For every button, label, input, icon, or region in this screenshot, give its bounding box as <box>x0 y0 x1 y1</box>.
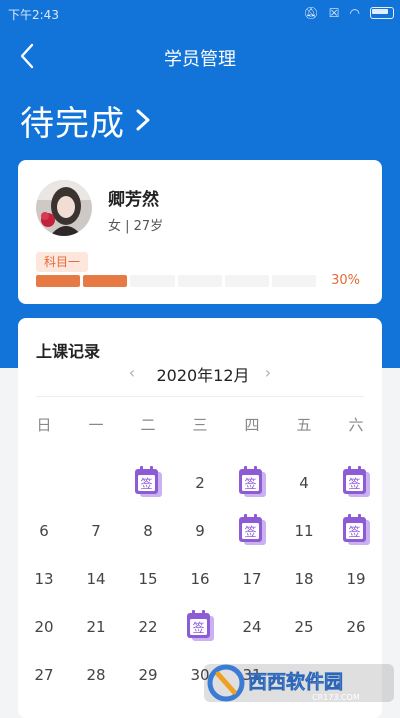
calendar-day[interactable]: 18 <box>278 564 330 594</box>
calendar-day[interactable]: 26 <box>330 612 382 642</box>
progress-segment <box>83 275 128 287</box>
signed-in-icon[interactable]: 签 <box>237 514 267 546</box>
class-record-card: 上课记录 ‹ 2020年12月 › 日 一 二 三 四 五 六签 2 签 4 签 6 7 8 9 签 11 签 13… <box>18 318 382 718</box>
calendar-day[interactable]: 27 <box>18 660 70 690</box>
progress-percent: 30% <box>331 273 360 288</box>
navigation-bar: 学员管理 <box>0 32 400 82</box>
calendar-day[interactable]: 9 <box>174 516 226 546</box>
wifi-icon: ◠ <box>349 6 360 20</box>
svg-text:西西软件园: 西西软件园 <box>248 670 343 693</box>
page-title: 学员管理 <box>164 49 236 70</box>
svg-text:签: 签 <box>348 524 360 539</box>
svg-text:签: 签 <box>348 476 360 491</box>
weekday-label: 六 <box>348 416 364 434</box>
status-bar: 下午2:43 🔕︎ ☒ ◠ <box>0 0 400 28</box>
avatar <box>36 180 92 236</box>
weekday-label: 五 <box>296 416 312 434</box>
status-time: 下午2:43 <box>8 8 59 22</box>
progress-segment <box>36 275 81 287</box>
calendar-day[interactable]: 19 <box>330 564 382 594</box>
weekday-label: 一 <box>88 416 104 434</box>
progress-segment <box>271 275 317 287</box>
calendar-day[interactable]: 4 <box>278 468 330 498</box>
calendar-day[interactable]: 24 <box>226 612 278 642</box>
weekday-label: 四 <box>244 416 260 434</box>
month-selector: ‹ 2020年12月 › <box>18 360 382 386</box>
calendar-day[interactable]: 15 <box>122 564 174 594</box>
calendar-day[interactable]: 6 <box>18 516 70 546</box>
calendar-day[interactable]: 17 <box>226 564 278 594</box>
status-label: 待完成 <box>20 103 125 144</box>
calendar-day[interactable]: 7 <box>70 516 122 546</box>
svg-text:签: 签 <box>244 524 256 539</box>
calendar-day[interactable]: 2 <box>174 468 226 498</box>
student-name: 卿芳然 <box>108 190 159 210</box>
signed-in-icon[interactable]: 签 <box>185 610 215 642</box>
weekday-label: 三 <box>192 416 208 434</box>
status-filter-button[interactable]: 待完成 <box>20 95 153 145</box>
next-month-button[interactable]: › <box>258 363 278 383</box>
calendar-day[interactable]: 13 <box>18 564 70 594</box>
calendar-day[interactable]: 8 <box>122 516 174 546</box>
calendar-day[interactable]: 28 <box>70 660 122 690</box>
progress-segment <box>177 275 222 287</box>
weekday-label: 日 <box>36 416 52 434</box>
divider <box>36 396 364 397</box>
watermark-logo: 西西软件园 CR173.COM <box>204 660 394 706</box>
record-title: 上课记录 <box>36 342 101 361</box>
sim-icon: ☒ <box>328 6 340 20</box>
svg-text:签: 签 <box>192 620 204 635</box>
calendar-day[interactable]: 29 <box>122 660 174 690</box>
status-icons: 🔕︎ ☒ ◠ <box>304 6 394 20</box>
calendar-day[interactable]: 25 <box>278 612 330 642</box>
svg-text:签: 签 <box>244 476 256 491</box>
calendar-day[interactable]: 16 <box>174 564 226 594</box>
calendar-day[interactable]: 22 <box>122 612 174 642</box>
calendar-day[interactable]: 11 <box>278 516 330 546</box>
weekday-label: 二 <box>140 416 156 434</box>
subject-badge: 科目一 <box>36 252 89 272</box>
calendar-day[interactable]: 20 <box>18 612 70 642</box>
signed-in-icon[interactable]: 签 <box>133 466 163 498</box>
battery-icon <box>370 7 394 19</box>
chevron-right-icon <box>136 109 150 131</box>
mute-icon: 🔕︎ <box>303 6 319 20</box>
svg-text:CR173.COM: CR173.COM <box>312 693 360 702</box>
signed-in-icon[interactable]: 签 <box>341 466 371 498</box>
calendar-day[interactable]: 14 <box>70 564 122 594</box>
calendar-day[interactable]: 21 <box>70 612 122 642</box>
signed-in-icon[interactable]: 签 <box>341 514 371 546</box>
svg-text:签: 签 <box>140 476 152 491</box>
student-card[interactable]: 卿芳然 女 | 27岁 科目一 30% <box>18 160 382 304</box>
current-month: 2020年12月 <box>156 366 250 385</box>
student-info: 女 | 27岁 <box>108 219 164 234</box>
progress-segment <box>130 275 175 287</box>
progress-bar <box>36 275 317 287</box>
prev-month-button[interactable]: ‹ <box>122 363 142 383</box>
progress-segment <box>224 275 269 287</box>
signed-in-icon[interactable]: 签 <box>237 466 267 498</box>
